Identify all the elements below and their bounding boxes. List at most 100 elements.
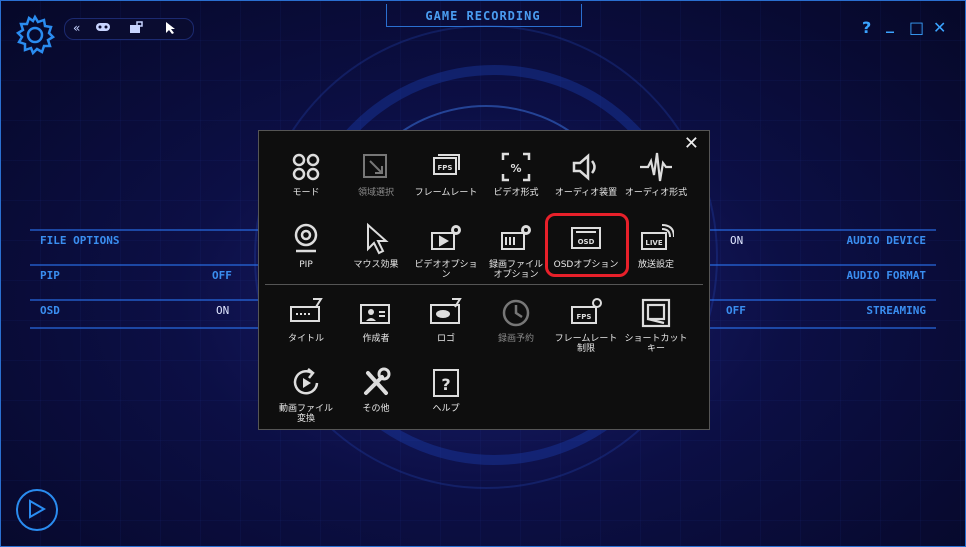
tools-icon [364,367,391,395]
menu-item-frame-rate[interactable]: FPS フレームレート [411,149,481,198]
menu-item-label: 録画予約 [497,334,534,344]
maximize-button[interactable]: □ [909,18,924,37]
osd-row[interactable]: OSD ON [30,299,258,329]
mouse-cursor-icon [367,222,389,255]
menu-item-label: モード [292,188,320,198]
menu-item-shortcut-key[interactable]: ショートカット キー [621,295,691,354]
menu-item-label: オーディオ装置 [554,188,618,198]
video-format-icon: % [501,152,531,182]
menu-item-mouse-effect[interactable]: マウス効果 [341,221,411,270]
close-button[interactable]: ✕ [933,18,946,37]
settings-gear-icon[interactable] [14,14,56,56]
osd-value: ON [216,304,230,317]
menu-item-title[interactable]: タイトル [271,295,341,344]
video-convert-icon [293,368,319,395]
help-icon: ? [433,369,459,397]
row-divider [708,264,936,266]
menu-item-label: 録画ファイル オプション [488,260,543,280]
audio-device-row[interactable]: ON AUDIO DEVICE [708,229,936,255]
row-divider [708,327,936,329]
menu-item-label: 作成者 [362,334,390,344]
webcam-icon [294,223,318,253]
streaming-label: STREAMING [866,304,926,317]
pip-row[interactable]: PIP OFF [30,264,258,290]
play-button[interactable] [16,489,58,531]
menu-item-video-format[interactable]: % ビデオ形式 [481,149,551,198]
pip-value: OFF [212,269,232,282]
help-button[interactable]: ? [862,18,871,37]
webcam-lock-icon[interactable] [129,21,143,37]
audio-device-icon [572,153,596,181]
menu-item-label: ショートカット キー [624,334,688,354]
streaming-row[interactable]: OFF STREAMING [708,299,936,329]
menu-item-other[interactable]: その他 [341,365,411,414]
menu-item-label: ヘルプ [432,404,460,414]
audio-format-icon [640,152,672,182]
file-options-row[interactable]: FILE OPTIONS [30,229,258,255]
title-icon [290,298,323,322]
svg-text:FPS: FPS [577,313,592,321]
menu-item-broadcast-settings[interactable]: LIVE 放送設定 [621,221,691,270]
svg-text:?: ? [441,375,450,394]
menu-item-osd-options[interactable]: OSD OSDオプション [545,213,629,277]
menu-item-label: PIP [299,260,313,270]
minimize-button[interactable]: _ [886,14,894,33]
menu-item-label: 動画ファイル 変換 [278,404,333,424]
gamepad-icon[interactable] [95,21,111,36]
row-divider [30,264,258,266]
row-divider [30,229,258,231]
pip-label: PIP [40,269,60,282]
menu-item-mode[interactable]: モード [271,149,341,198]
menu-item-label: ビデオオプション [414,260,478,280]
svg-text:OSD: OSD [578,238,595,246]
row-divider [30,299,258,301]
menu-item-help[interactable]: ? ヘルプ [411,365,481,414]
region-select-icon [363,154,387,178]
osd-label: OSD [40,304,60,317]
logo-icon [430,298,462,324]
menu-item-label: ロゴ [436,334,455,344]
menu-item-author[interactable]: 作成者 [341,295,411,344]
video-options-icon [431,225,461,250]
menu-item-label: ビデオ形式 [493,188,539,198]
menu-item-frame-rate-limit[interactable]: FPS フレームレート 制限 [551,295,621,354]
fps-icon: FPS [433,154,460,175]
svg-text:%: % [510,162,521,175]
menu-item-logo[interactable]: ロゴ [411,295,481,344]
menu-item-label: フレームレート [414,188,478,198]
menu-item-label: 放送設定 [637,260,674,270]
cursor-icon[interactable] [165,21,177,38]
audio-device-label: AUDIO DEVICE [846,234,926,247]
menu-item-region-select: 領域選択 [341,149,411,198]
audio-format-row[interactable]: AUDIO FORMAT [708,264,936,290]
streaming-value: OFF [726,304,746,317]
menu-item-audio-device[interactable]: オーディオ装置 [551,149,621,198]
svg-text:FPS: FPS [438,164,453,172]
schedule-clock-icon [502,299,530,327]
row-divider [708,299,936,301]
audio-device-value: ON [730,234,744,247]
quick-toolbar: « [64,18,194,40]
menu-item-video-options[interactable]: ビデオオプション [411,221,481,280]
play-icon [29,499,46,519]
menu-item-video-convert[interactable]: 動画ファイル 変換 [271,365,341,424]
menu-item-label: OSDオプション [553,260,619,270]
row-divider [30,327,258,329]
menu-item-label: フレームレート 制限 [554,334,618,354]
row-divider [708,229,936,231]
author-icon [360,304,390,324]
double-chevron-left-icon[interactable]: « [73,21,80,35]
svg-text:LIVE: LIVE [645,239,662,247]
menu-item-record-file-options[interactable]: 録画ファイル オプション [481,221,551,280]
live-broadcast-icon: LIVE [641,224,674,250]
settings-menu: ✕ モード 領域選択 FPS フレームレート % ビデオ形式 オーディオ装置 オ… [258,130,710,430]
menu-item-label: その他 [362,404,390,414]
osd-icon: OSD [571,227,601,249]
shortcut-key-icon [641,298,671,328]
menu-item-pip[interactable]: PIP [271,221,341,270]
menu-item-label: タイトル [287,334,324,344]
menu-item-audio-format[interactable]: オーディオ形式 [621,149,691,198]
menu-item-label: 領域選択 [357,188,394,198]
audio-format-label: AUDIO FORMAT [846,269,926,282]
menu-divider [265,284,703,285]
